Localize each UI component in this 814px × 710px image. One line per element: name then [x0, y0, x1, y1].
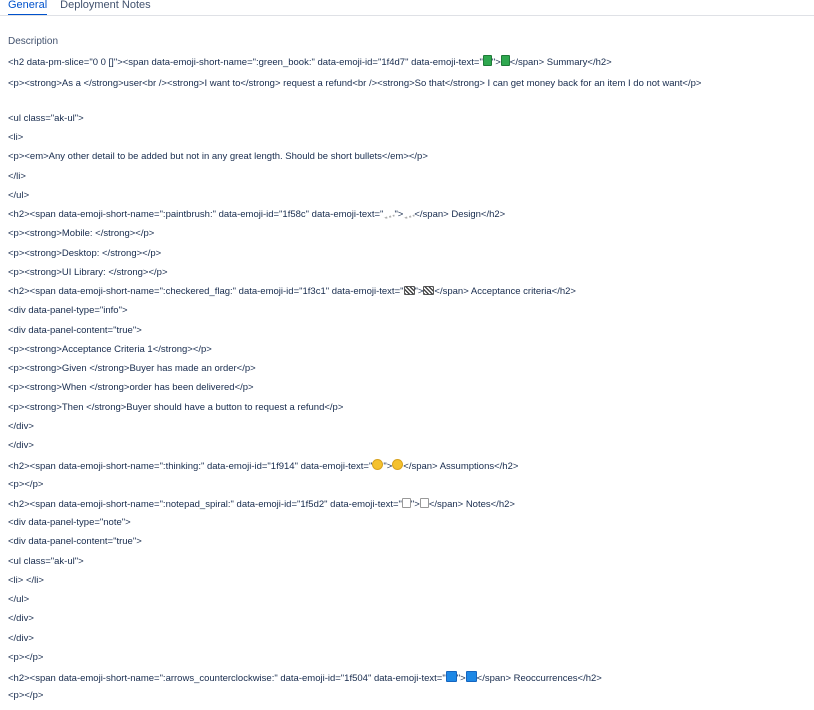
checkered-flag-icon — [403, 286, 415, 295]
line-text: <h2 data-pm-slice="0 0 []"><span data-em… — [8, 57, 483, 68]
line-text: <h2><span data-emoji-short-name=":paintb… — [8, 209, 384, 220]
description-line: <p><strong>Desktop: </strong></p> — [8, 248, 808, 267]
line-text: <p></p> — [8, 651, 44, 663]
line-text: "> — [491, 57, 501, 68]
line-text: <li> </li> — [8, 574, 44, 586]
description-line: <h2 data-pm-slice="0 0 []"><span data-em… — [8, 55, 808, 74]
tab-general[interactable]: General — [8, 0, 48, 16]
description-line: <div data-panel-content="true"> — [8, 536, 808, 555]
line-text: "> — [383, 461, 393, 473]
line-text: <p></p> — [8, 690, 44, 702]
line-text: <p><strong>Acceptance Criteria 1</strong… — [8, 343, 212, 355]
line-text: <p><strong>UI Library: </strong></p> — [8, 266, 168, 278]
description-line: </div> — [8, 421, 808, 440]
description-line: <p><strong>When </strong>order has been … — [8, 382, 808, 401]
line-text: <ul class="ak-ul"> — [8, 112, 84, 124]
notepad-icon — [401, 497, 411, 508]
description-line: <p></p> — [8, 479, 808, 498]
description-line: </li> — [8, 171, 808, 190]
green-book-icon — [500, 55, 510, 66]
line-text: "> — [414, 286, 424, 297]
line-text: <p><strong>Given </strong>Buyer has made… — [8, 363, 256, 374]
line-text: <div data-panel-type="info"> — [8, 305, 128, 317]
line-text: </span> Reoccurrences</h2> — [476, 673, 602, 684]
tab-bar: General Deployment Notes — [0, 0, 814, 16]
description-line: <h2><span data-emoji-short-name=":thinki… — [8, 459, 808, 478]
arrows-counterclockwise-icon — [465, 671, 477, 682]
description-line: </div> — [8, 633, 808, 652]
description-line: <li> </li> — [8, 575, 808, 594]
description-line: </ul> — [8, 190, 808, 209]
line-text: <p><strong>Then </strong>Buyer should ha… — [8, 401, 344, 413]
line-text: "> — [410, 498, 420, 510]
description-line: <p><em>Any other detail to be added but … — [8, 151, 808, 170]
arrows-counterclockwise-icon — [445, 671, 457, 682]
checkered-flag-icon — [423, 286, 435, 295]
line-text: <ul class="ak-ul"> — [8, 555, 84, 567]
line-text: </div> — [8, 420, 34, 432]
description-line: <p></p> — [8, 652, 808, 671]
description-line: </ul> — [8, 594, 808, 613]
line-text: </ul> — [8, 189, 30, 201]
line-text: </span> Design</h2> — [414, 209, 506, 220]
line-text: <h2><span data-emoji-short-name=":arrows… — [8, 673, 446, 684]
line-text: <h2><span data-emoji-short-name=":checke… — [8, 286, 404, 297]
description-line: <h2><span data-emoji-short-name=":notepa… — [8, 497, 808, 517]
description-line: <p><strong>Given </strong>Buyer has made… — [8, 363, 808, 382]
description-line: <h2><span data-emoji-short-name=":checke… — [8, 286, 808, 305]
description-line: <ul class="ak-ul"> — [8, 556, 808, 575]
line-text: <p></p> — [8, 478, 44, 490]
line-text: </ul> — [8, 594, 30, 605]
line-text: <p><em>Any other detail to be added but … — [8, 151, 428, 163]
line-text: </li> — [8, 170, 26, 182]
line-text: </span> Acceptance criteria</h2> — [434, 286, 576, 297]
line-text: </div> — [8, 632, 34, 644]
thinking-face-icon — [372, 459, 384, 471]
notepad-icon — [419, 497, 429, 508]
description-line: <li> — [8, 132, 808, 151]
description-line: <p></p> — [8, 690, 808, 709]
description-line: <p><strong>Then </strong>Buyer should ha… — [8, 402, 808, 421]
description-line: <p><strong>As a </strong>user<br /><stro… — [8, 74, 808, 113]
description-line: <p><strong>Mobile: </strong></p> — [8, 228, 808, 247]
description-line: </div> — [8, 440, 808, 459]
line-text: </div> — [8, 613, 34, 625]
description-line: <p><strong>Acceptance Criteria 1</strong… — [8, 344, 808, 363]
description-line: <h2><span data-emoji-short-name=":paintb… — [8, 208, 808, 228]
line-text: <li> — [8, 132, 24, 143]
description-line: </div> — [8, 613, 808, 632]
line-text: </span> Notes</h2> — [428, 498, 515, 510]
line-text: <h2><span data-emoji-short-name=":notepa… — [8, 498, 402, 510]
line-text: <h2><span data-emoji-short-name=":thinki… — [8, 461, 373, 473]
line-text: </span> Summary</h2> — [509, 57, 612, 68]
description-content[interactable]: <h2 data-pm-slice="0 0 []"><span data-em… — [8, 55, 808, 710]
tab-deployment-notes[interactable]: Deployment Notes — [60, 0, 151, 11]
description-label: Description — [8, 36, 59, 47]
description-line: <div data-panel-type="info"> — [8, 305, 808, 324]
line-text: <p><strong>Mobile: </strong></p> — [8, 228, 155, 240]
line-text: <p><strong>Desktop: </strong></p> — [8, 247, 162, 259]
description-line: <div data-panel-content="true"> — [8, 325, 808, 344]
line-text: </span> Assumptions</h2> — [403, 461, 519, 473]
description-line: <ul class="ak-ul"> — [8, 113, 808, 132]
line-text: <p><strong>When </strong>order has been … — [8, 382, 254, 394]
tab-divider — [0, 15, 814, 16]
description-line: <p><strong>UI Library: </strong></p> — [8, 267, 808, 286]
line-text: "> — [456, 673, 466, 684]
line-text: <div data-panel-content="true"> — [8, 536, 142, 548]
thinking-face-icon — [392, 459, 404, 471]
line-text: <p><strong>As a </strong>user<br /><stro… — [8, 78, 702, 90]
line-text: <div data-panel-content="true"> — [8, 324, 142, 336]
line-text: <div data-panel-type="note"> — [8, 517, 131, 528]
description-line: <div data-panel-type="note"> — [8, 517, 808, 536]
description-line: <h2><span data-emoji-short-name=":arrows… — [8, 671, 808, 690]
green-book-icon — [482, 55, 492, 66]
line-text: </div> — [8, 440, 34, 451]
